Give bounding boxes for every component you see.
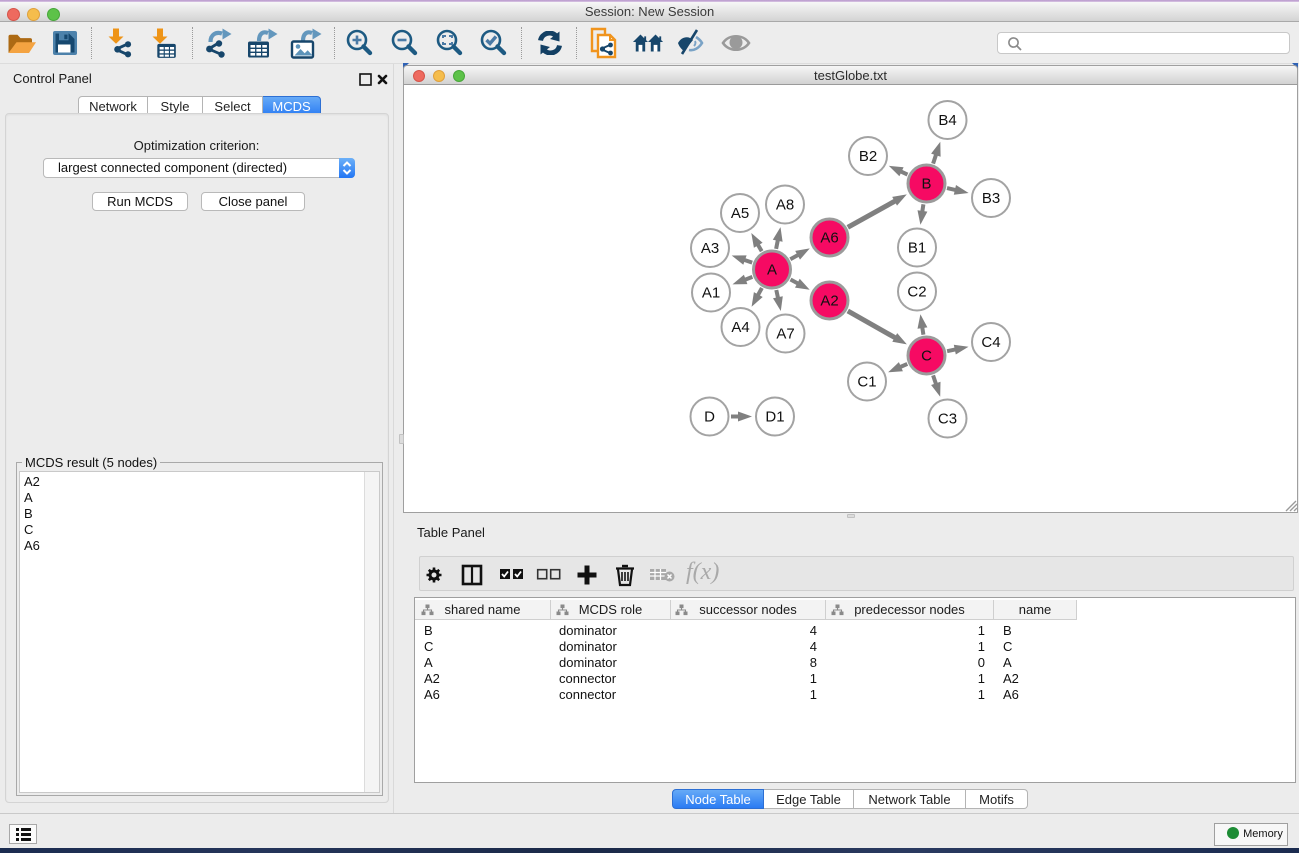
svg-text:B1: B1: [908, 240, 926, 257]
svg-text:A7: A7: [776, 326, 794, 343]
svg-text:C4: C4: [981, 334, 1000, 351]
svg-text:C3: C3: [938, 411, 957, 428]
svg-text:B4: B4: [938, 112, 956, 129]
svg-text:D1: D1: [765, 409, 784, 426]
svg-text:A2: A2: [820, 293, 838, 310]
svg-text:B2: B2: [859, 148, 877, 165]
svg-text:C2: C2: [907, 284, 926, 301]
svg-text:D: D: [704, 409, 715, 426]
svg-text:A1: A1: [702, 285, 720, 302]
svg-text:A8: A8: [776, 197, 794, 214]
svg-text:B3: B3: [982, 190, 1000, 207]
svg-text:A3: A3: [701, 240, 719, 257]
svg-text:B: B: [921, 176, 931, 193]
svg-text:A4: A4: [731, 319, 749, 336]
svg-text:A5: A5: [731, 205, 749, 222]
svg-text:C: C: [921, 348, 932, 365]
svg-text:A: A: [767, 262, 777, 279]
svg-text:C1: C1: [857, 374, 876, 391]
svg-text:A6: A6: [820, 230, 838, 247]
